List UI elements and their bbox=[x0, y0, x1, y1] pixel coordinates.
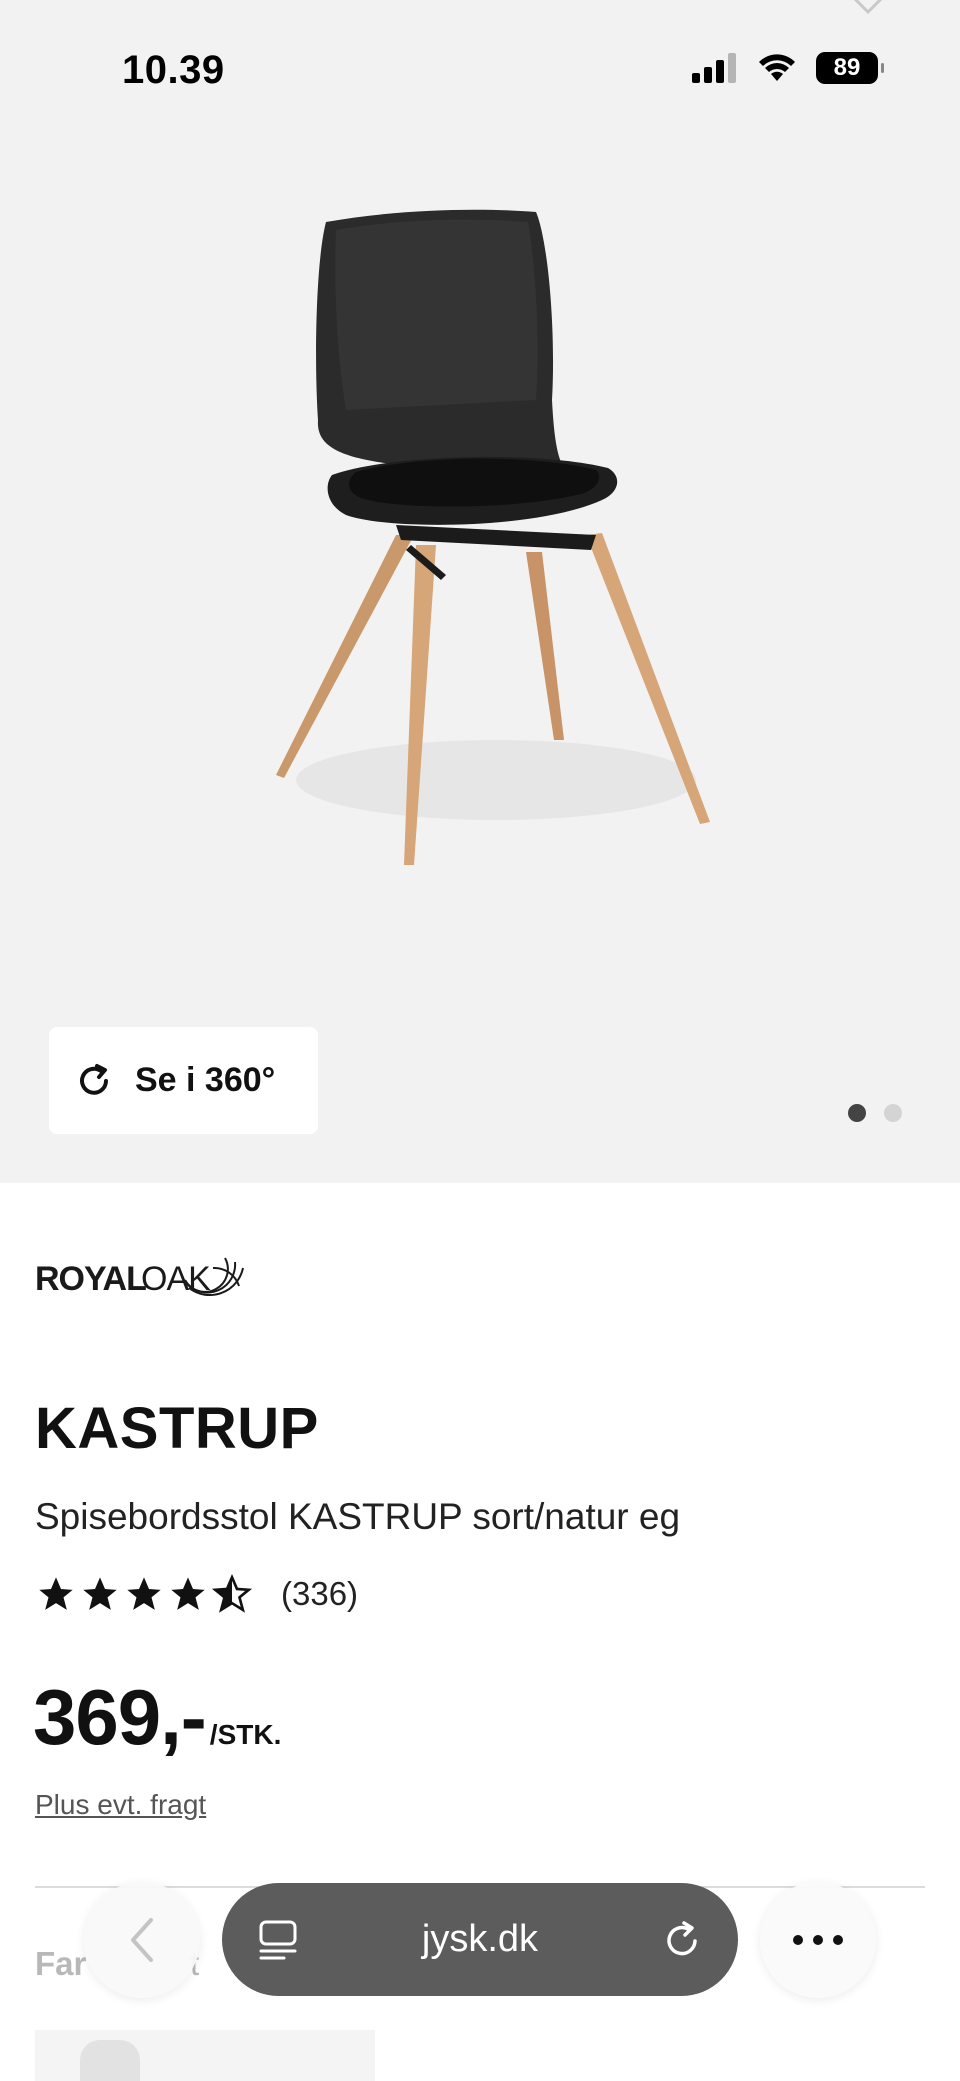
product-image bbox=[276, 209, 710, 865]
status-time: 10.39 bbox=[122, 48, 225, 92]
status-bar: 10.39 89 bbox=[0, 0, 960, 140]
shipping-link[interactable]: Plus evt. fragt bbox=[35, 1789, 206, 1821]
carousel-dot[interactable] bbox=[848, 1104, 866, 1122]
browser-back-button[interactable] bbox=[84, 1882, 200, 1998]
signal-icon bbox=[692, 53, 736, 83]
svg-text:ROYAL: ROYAL bbox=[35, 1260, 146, 1298]
carousel-dots bbox=[848, 1104, 902, 1122]
price-unit: /STK. bbox=[209, 1719, 282, 1750]
url-text: jysk.dk bbox=[421, 1918, 539, 1960]
wifi-icon bbox=[759, 54, 795, 81]
product-price: 369,- /STK. bbox=[33, 1672, 281, 1763]
chevron-left-icon bbox=[131, 1918, 153, 1962]
variant-thumbnail[interactable] bbox=[80, 2040, 140, 2081]
product-gallery[interactable]: 10.39 89 Se i 360° bbox=[0, 0, 960, 1183]
star-icon bbox=[171, 1577, 205, 1610]
star-half-icon bbox=[211, 1574, 253, 1613]
tab-overview-icon[interactable] bbox=[258, 1919, 298, 1961]
rating-count: (336) bbox=[281, 1575, 359, 1612]
browser-url-bar[interactable]: jysk.dk bbox=[222, 1883, 738, 1996]
reload-icon[interactable] bbox=[662, 1919, 702, 1961]
star-icon bbox=[127, 1577, 161, 1610]
heart-icon[interactable] bbox=[848, 0, 888, 18]
star-icon bbox=[39, 1577, 73, 1610]
more-icon bbox=[793, 1935, 843, 1945]
status-icons: 89 bbox=[692, 52, 884, 84]
browser-more-button[interactable] bbox=[760, 1882, 876, 1998]
color-section-label: Far bbox=[35, 1945, 87, 1982]
battery-icon: 89 bbox=[816, 52, 884, 84]
brand-logo: ROYAL OAK bbox=[35, 1257, 244, 1298]
price-amount: 369,- bbox=[33, 1673, 207, 1761]
carousel-dot[interactable] bbox=[884, 1104, 902, 1122]
view-360-label: Se i 360° bbox=[135, 1061, 276, 1099]
star-icon bbox=[83, 1577, 117, 1610]
product-description: Spisebordsstol KASTRUP sort/natur eg bbox=[35, 1496, 681, 1537]
view-360-button[interactable]: Se i 360° bbox=[49, 1027, 318, 1134]
rotate-icon bbox=[80, 1063, 108, 1095]
rating-stars bbox=[35, 1574, 253, 1614]
product-title: KASTRUP bbox=[35, 1396, 319, 1461]
product-rating[interactable]: (336) bbox=[35, 1574, 358, 1614]
